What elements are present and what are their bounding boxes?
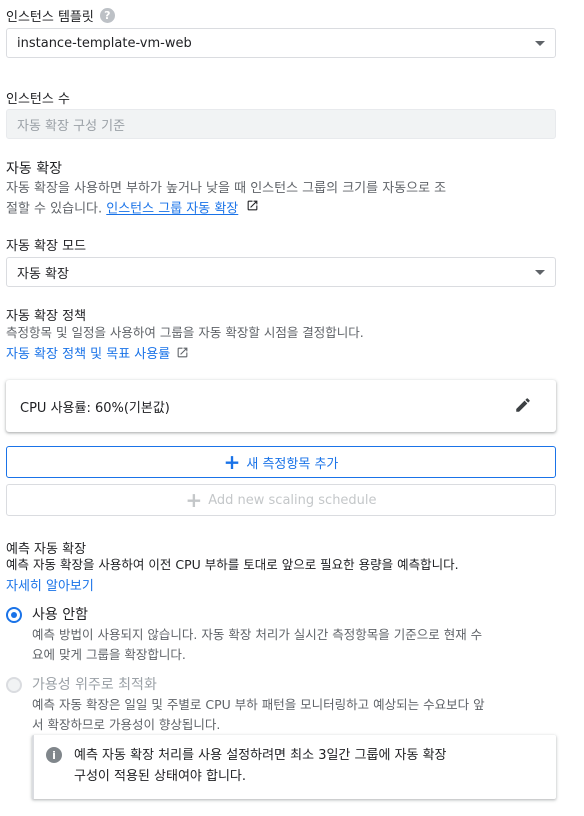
autoscaling-description: 자동 확장을 사용하면 부하가 높거나 낮을 때 인스턴스 그룹의 크기를 자동… (6, 179, 566, 220)
instances-label: 인스턴스 수 (6, 92, 70, 107)
add-schedule-label: Add new scaling schedule (208, 492, 377, 508)
option-optimize-description: 예측 자동 확장은 일일 및 주별로 CPU 부하 패턴을 모니터링하고 예상되… (32, 695, 562, 735)
instances-placeholder: 자동 확장 구성 기준 (17, 118, 126, 134)
external-link-icon[interactable] (176, 346, 189, 359)
mode-value: 자동 확장 (17, 266, 69, 282)
predictive-description: 예측 자동 확장을 사용하여 이전 CPU 부하를 토대로 앞으로 필요한 용량… (6, 557, 459, 572)
option-optimize-desc-line2: 서 확장하므로 가용성이 향상됩니다. (32, 717, 221, 732)
autoscaling-desc-cont: 절할 수 있습니다. (6, 201, 103, 217)
info-text: 예측 자동 확장 처리를 사용 설정하려면 최소 3일간 그룹에 자동 확장 구… (74, 745, 447, 787)
policy-link[interactable]: 자동 확장 정책 및 목표 사용률 (6, 343, 170, 362)
policy-description: 측정항목 및 일정을 사용하여 그룹을 자동 확장할 시점을 결정합니다. (6, 325, 364, 340)
option-off-desc-line1: 예측 방법이 사용되지 않습니다. 자동 확장 처리가 실시간 측정항목을 기준… (32, 627, 483, 642)
radio-optimize-availability (6, 677, 22, 693)
template-select[interactable]: instance-template-vm-web (6, 28, 556, 58)
mode-label: 자동 확장 모드 (6, 239, 87, 254)
option-off-label: 사용 안함 (32, 607, 88, 623)
autoscaling-desc-line1: 자동 확장을 사용하면 부하가 높거나 낮을 때 인스턴스 그룹의 크기를 자동… (6, 181, 447, 196)
autoscaling-title: 자동 확장 (6, 161, 62, 177)
autoscaling-desc-line2: 절할 수 있습니다. 인스턴스 그룹 자동 확장 (6, 199, 566, 220)
mode-select[interactable]: 자동 확장 (6, 257, 556, 287)
help-icon[interactable]: ? (99, 8, 115, 23)
predictive-title: 예측 자동 확장 (6, 542, 87, 557)
instances-field: 자동 확장 구성 기준 (6, 109, 556, 139)
edit-icon[interactable] (514, 396, 532, 418)
option-off-description: 예측 방법이 사용되지 않습니다. 자동 확장 처리가 실시간 측정항목을 기준… (32, 625, 562, 665)
chevron-down-icon (535, 41, 545, 46)
autoscaling-link[interactable]: 인스턴스 그룹 자동 확장 (106, 202, 238, 217)
learn-more-link[interactable]: 자세히 알아보기 (6, 575, 94, 594)
option-optimize-desc-line1: 예측 자동 확장은 일일 및 주별로 CPU 부하 패턴을 모니터링하고 예상되… (32, 697, 485, 712)
plus-icon: + (223, 450, 241, 474)
plus-icon: + (185, 488, 203, 512)
option-off-desc-line2: 요에 맞게 그룹을 확장합니다. (32, 647, 186, 662)
info-box: i 예측 자동 확장 처리를 사용 설정하려면 최소 3일간 그룹에 자동 확장… (32, 735, 556, 799)
template-value: instance-template-vm-web (17, 35, 192, 51)
add-metric-label: 새 측정항목 추가 (246, 456, 339, 472)
external-link-icon[interactable] (246, 199, 259, 219)
add-schedule-button: + Add new scaling schedule (6, 484, 556, 516)
option-optimize-label: 가용성 위주로 최적화 (32, 677, 157, 693)
template-label-row: 인스턴스 템플릿 ? (6, 6, 115, 25)
add-metric-button[interactable]: + 새 측정항목 추가 (6, 446, 556, 478)
radio-disabled-prediction[interactable] (6, 607, 22, 623)
info-icon: i (46, 747, 62, 763)
info-line2: 구성이 적용된 상태여야 합니다. (74, 769, 247, 784)
policy-title: 자동 확장 정책 (6, 309, 87, 324)
metric-card[interactable]: CPU 사용률: 60%(기본값) (6, 380, 556, 432)
chevron-down-icon (535, 270, 545, 275)
policy-link-row: 자동 확장 정책 및 목표 사용률 (6, 343, 189, 362)
template-label: 인스턴스 템플릿 (6, 10, 94, 25)
metric-card-label: CPU 사용률: 60%(기본값) (20, 400, 170, 416)
info-line1: 예측 자동 확장 처리를 사용 설정하려면 최소 3일간 그룹에 자동 확장 (74, 748, 447, 763)
